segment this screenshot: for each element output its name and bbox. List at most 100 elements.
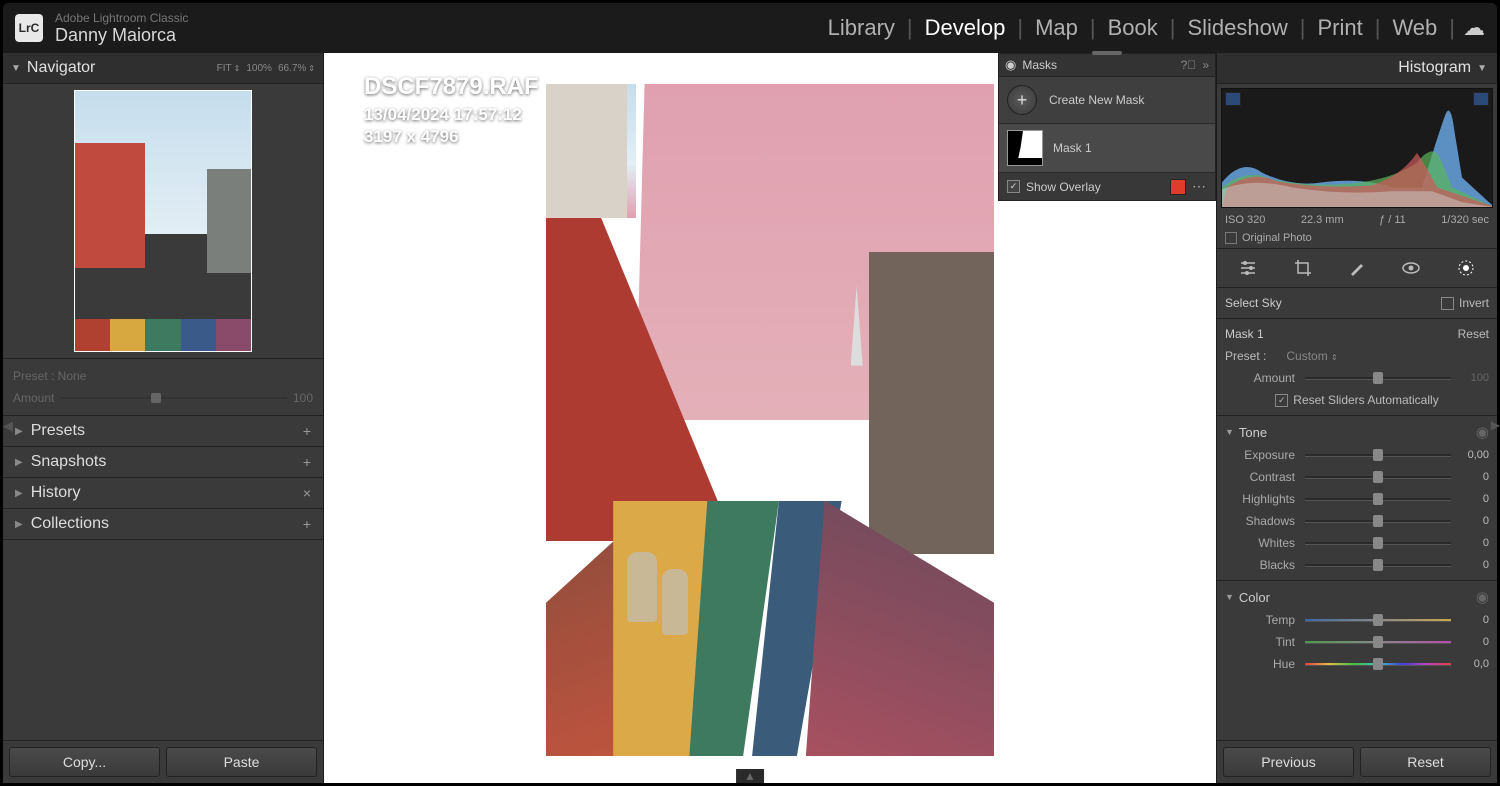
amount-slider[interactable] [1305,377,1451,380]
temp-label: Temp [1225,613,1295,627]
shadows-slider[interactable] [1305,520,1451,523]
show-overlay-checkbox[interactable]: ✓ [1007,180,1020,193]
preset-amount-box: Preset : None Amount 100 [3,359,323,416]
module-library[interactable]: Library [816,15,907,41]
crop-tool-icon[interactable] [1292,257,1314,279]
module-slideshow[interactable]: Slideshow [1175,15,1299,41]
module-map[interactable]: Map [1023,15,1090,41]
heal-tool-icon[interactable] [1346,257,1368,279]
tone-header[interactable]: Tone [1239,425,1267,440]
tint-value[interactable]: 0 [1455,636,1489,648]
mask-item-1[interactable]: Mask 1 [999,124,1215,172]
presets-panel[interactable]: ▶Presets+ [3,416,323,447]
zoom-fit[interactable]: FIT ⇕ [217,63,241,74]
module-print[interactable]: Print [1305,15,1374,41]
redeye-tool-icon[interactable] [1400,257,1422,279]
hue-value[interactable]: 0,0 [1455,658,1489,670]
overlay-color-swatch[interactable] [1170,179,1186,195]
collections-panel[interactable]: ▶Collections+ [3,509,323,540]
histogram-header[interactable]: Histogram▼ [1217,53,1497,84]
highlights-value[interactable]: 0 [1455,493,1489,505]
collapse-icon[interactable]: » [1202,58,1209,72]
focal-label: 22.3 mm [1301,214,1344,226]
user-name: Danny Maiorca [55,25,188,46]
exposure-value[interactable]: 0,00 [1455,449,1489,461]
preset-none-label: Preset : None [13,369,86,383]
navigator-header[interactable]: ▼ Navigator FIT ⇕ 100% 66.7% ⇕ [3,53,323,84]
reset-sliders-checkbox[interactable]: ✓ [1275,394,1288,407]
histogram[interactable] [1221,88,1493,208]
plus-icon[interactable]: + [303,423,311,439]
eye-icon[interactable]: ◉ [1005,57,1016,73]
temp-value[interactable]: 0 [1455,614,1489,626]
drag-handle-icon[interactable] [1092,51,1122,55]
blacks-value[interactable]: 0 [1455,559,1489,571]
amount-value: 100 [1455,372,1489,384]
reset-sliders-label: Reset Sliders Automatically [1293,393,1438,407]
cloud-sync-icon[interactable]: ☁ [1463,15,1485,41]
titlebar: LrC Adobe Lightroom Classic Danny Maiorc… [3,3,1497,53]
masks-panel: ◉ Masks ?⃝ » + Create New Mask Mask 1 ✓ … [998,53,1216,201]
more-icon[interactable]: ⋯ [1192,178,1207,195]
filmstrip-toggle-icon[interactable]: ▲ [736,769,764,783]
blacks-slider[interactable] [1305,564,1451,567]
edit-tool-icon[interactable] [1237,257,1259,279]
amount-value: 100 [293,391,313,405]
invert-label: Invert [1459,296,1489,310]
plus-icon[interactable]: + [303,454,311,470]
help-icon[interactable]: ?⃝ [1181,58,1197,72]
whites-slider[interactable] [1305,542,1451,545]
module-book[interactable]: Book [1096,15,1170,41]
invert-checkbox[interactable] [1441,297,1454,310]
zoom-667[interactable]: 66.7% ⇕ [278,63,315,74]
history-panel[interactable]: ▶History× [3,478,323,509]
highlights-slider[interactable] [1305,498,1451,501]
navigator-thumbnail[interactable] [74,90,252,352]
mask-name-label: Mask 1 [1225,327,1458,341]
tint-slider[interactable] [1305,641,1451,644]
module-web[interactable]: Web [1380,15,1449,41]
image-info-overlay: DSCF7879.RAF 13/04/2024 17:57:12 3197 x … [364,73,539,147]
tint-label: Tint [1225,635,1295,649]
contrast-value[interactable]: 0 [1455,471,1489,483]
hue-label: Hue [1225,657,1295,671]
original-photo-toggle[interactable]: Original Photo [1217,228,1497,249]
mask-tool-icon[interactable] [1455,257,1477,279]
eye-icon[interactable]: ◉ [1476,588,1489,606]
shadow-clip-icon[interactable] [1225,92,1241,106]
whites-value[interactable]: 0 [1455,537,1489,549]
exposure-slider[interactable] [1305,454,1451,457]
copy-button[interactable]: Copy... [9,747,160,777]
shadows-value[interactable]: 0 [1455,515,1489,527]
eye-icon[interactable]: ◉ [1476,423,1489,441]
temp-slider[interactable] [1305,619,1451,622]
amount-label: Amount [1225,371,1295,385]
zoom-100[interactable]: 100% [246,63,272,74]
canvas-area[interactable]: DSCF7879.RAF 13/04/2024 17:57:12 3197 x … [324,53,1216,783]
dimensions-label: 3197 x 4796 [364,127,539,147]
reset-button[interactable]: Reset [1360,747,1491,777]
mask-reset-link[interactable]: Reset [1458,327,1489,341]
left-panel-toggle-icon[interactable]: ◀ [3,418,13,434]
close-icon[interactable]: × [303,485,311,501]
hue-slider[interactable] [1305,663,1451,666]
select-sky-label: Select Sky [1225,296,1441,310]
amount-label: Amount [13,391,54,405]
tool-strip [1217,249,1497,288]
snapshots-panel[interactable]: ▶Snapshots+ [3,447,323,478]
mask-name: Mask 1 [1053,141,1092,155]
preset-dropdown[interactable]: Custom ⇕ [1286,349,1337,363]
navigator-title: Navigator [27,59,217,77]
highlights-label: Highlights [1225,492,1295,506]
highlight-clip-icon[interactable] [1473,92,1489,106]
plus-circle-icon: + [1007,85,1037,115]
previous-button[interactable]: Previous [1223,747,1354,777]
plus-icon[interactable]: + [303,516,311,532]
create-new-mask-button[interactable]: + Create New Mask [999,77,1215,124]
paste-button[interactable]: Paste [166,747,317,777]
contrast-slider[interactable] [1305,476,1451,479]
right-panel-toggle-icon[interactable]: ▶ [1491,418,1500,432]
masks-title: Masks [1022,58,1180,72]
color-header[interactable]: Color [1239,590,1270,605]
module-develop[interactable]: Develop [913,15,1018,41]
